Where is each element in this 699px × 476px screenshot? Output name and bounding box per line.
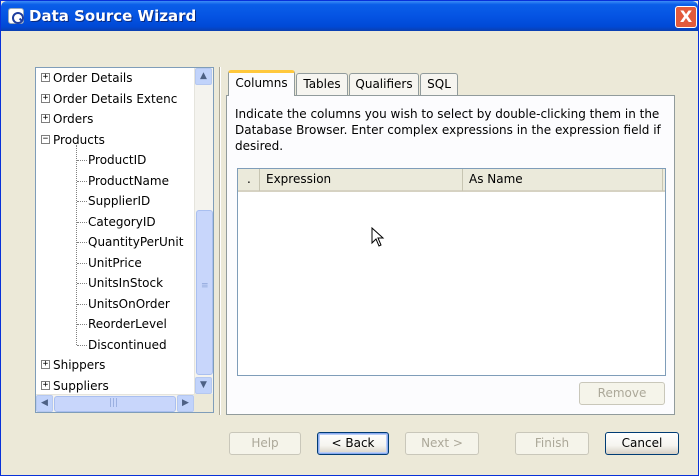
- tree-column-item[interactable]: UnitsOnOrder: [77, 294, 170, 314]
- tree-connector: [77, 283, 87, 284]
- tab-columns[interactable]: Columns: [228, 70, 295, 96]
- expand-icon[interactable]: +: [41, 93, 50, 103]
- tab-qualifiers[interactable]: Qualifiers: [349, 73, 419, 95]
- expand-icon[interactable]: +: [41, 73, 50, 82]
- tree-column-item[interactable]: ProductName: [77, 171, 169, 191]
- tree-item-label: UnitsInStock: [88, 276, 164, 290]
- tree-connector: [77, 262, 87, 264]
- tree-item-label: UnitsOnOrder: [88, 296, 170, 311]
- database-browser-tree: + Order Details + Order Details Extenc + Orde…: [35, 67, 214, 413]
- tree-table-item[interactable]: + Orders: [41, 109, 94, 129]
- tree-column-item[interactable]: ProductID: [77, 150, 147, 170]
- grid-header-index[interactable]: .: [238, 169, 260, 191]
- tree-connector: [77, 344, 87, 346]
- tree-table-item[interactable]: + Order Details: [41, 68, 133, 88]
- tab-tables[interactable]: Tables: [296, 73, 348, 95]
- tree-item-label: QuantityPerUnit: [88, 235, 184, 249]
- close-button[interactable]: X: [675, 6, 697, 28]
- tree-column-item[interactable]: ReorderLevel: [77, 314, 167, 334]
- tree-connector: [77, 160, 87, 161]
- tree-table-item[interactable]: + Shippers: [41, 355, 106, 375]
- tree-item-label: ReorderLevel: [88, 317, 167, 331]
- tree-connector: [77, 242, 87, 243]
- grid-header-expression[interactable]: Expression: [260, 169, 463, 191]
- tree-item-label: ProductName: [88, 173, 169, 188]
- tree-item-label: Shippers: [53, 358, 106, 372]
- tree-item-label: Suppliers: [53, 378, 109, 393]
- scroll-up-button[interactable]: ▲: [195, 68, 212, 85]
- tree-item-label: Order Details: [53, 71, 133, 85]
- grid-header: . Expression As Name: [238, 169, 665, 192]
- instructions-text: Indicate the columns you wish to select …: [235, 107, 661, 153]
- tree-table-item[interactable]: + Order Details Extenc: [41, 89, 178, 109]
- scroll-down-button[interactable]: ▼: [195, 377, 212, 394]
- remove-button[interactable]: Remove: [579, 382, 665, 405]
- tree-item-label: UnitPrice: [88, 255, 142, 270]
- finish-button[interactable]: Finish: [515, 432, 589, 455]
- window-title: Data Source Wizard: [29, 7, 197, 25]
- tree-column-item[interactable]: UnitPrice: [77, 253, 142, 273]
- tree-item-label: SupplierID: [88, 194, 151, 208]
- grid-header-as-name[interactable]: As Name: [463, 169, 663, 191]
- vertical-scroll-thumb[interactable]: ≡: [196, 210, 213, 375]
- tree-connector: [77, 221, 87, 223]
- magnifier-app-icon: [8, 8, 24, 24]
- tree-item-label: Products: [53, 132, 105, 147]
- collapse-icon[interactable]: −: [41, 134, 50, 144]
- tree-item-label: Orders: [53, 112, 94, 126]
- tree-connector: [77, 201, 87, 202]
- tree-connector: [77, 303, 87, 305]
- columns-grid[interactable]: . Expression As Name: [237, 168, 666, 376]
- tree-item-label: ProductID: [88, 153, 147, 167]
- cancel-button[interactable]: Cancel: [605, 432, 679, 455]
- next-button[interactable]: Next >: [405, 432, 479, 455]
- tree-table-item[interactable]: + Suppliers: [41, 376, 109, 396]
- grip-icon: ≡: [201, 281, 209, 291]
- tree-column-item[interactable]: QuantityPerUnit: [77, 232, 184, 252]
- tab-sql[interactable]: SQL: [420, 73, 458, 95]
- scroll-right-button[interactable]: ▶: [177, 395, 194, 412]
- tree-table-item[interactable]: − Products: [41, 130, 105, 150]
- tree-connector: [76, 144, 77, 345]
- expand-icon[interactable]: +: [41, 114, 50, 123]
- back-button[interactable]: < Back: [317, 432, 389, 455]
- title-bar[interactable]: Data Source Wizard X: [1, 1, 698, 31]
- tree-item-label: Order Details Extenc: [53, 91, 178, 106]
- help-button[interactable]: Help: [229, 432, 301, 455]
- panel-splitter[interactable]: [219, 67, 221, 415]
- scrollbar-corner: [194, 394, 213, 412]
- tree-item-label: Discontinued: [88, 337, 167, 352]
- grip-icon: |||: [109, 398, 119, 408]
- expand-icon[interactable]: +: [41, 380, 50, 390]
- tree-vertical-scrollbar[interactable]: ▲ ≡ ▼: [194, 68, 213, 394]
- tree-horizontal-scrollbar[interactable]: ◀ ||| ▶: [36, 394, 194, 412]
- tree-column-item[interactable]: UnitsInStock: [77, 273, 164, 293]
- tree-column-item[interactable]: SupplierID: [77, 191, 151, 211]
- tree-column-item[interactable]: CategoryID: [77, 212, 156, 232]
- mouse-pointer-icon: [371, 227, 385, 247]
- tree-column-item[interactable]: Discontinued: [77, 335, 167, 355]
- tree-item-label: CategoryID: [88, 214, 156, 229]
- tree-connector: [77, 180, 87, 182]
- data-source-wizard-window: Data Source Wizard X + Order Details + Orde…: [0, 0, 699, 476]
- columns-tab-panel: Indicate the columns you wish to select …: [226, 95, 675, 415]
- expand-icon[interactable]: +: [41, 360, 50, 369]
- horizontal-scroll-thumb[interactable]: |||: [54, 396, 176, 412]
- tree-connector: [77, 324, 87, 325]
- scroll-left-button[interactable]: ◀: [36, 395, 53, 412]
